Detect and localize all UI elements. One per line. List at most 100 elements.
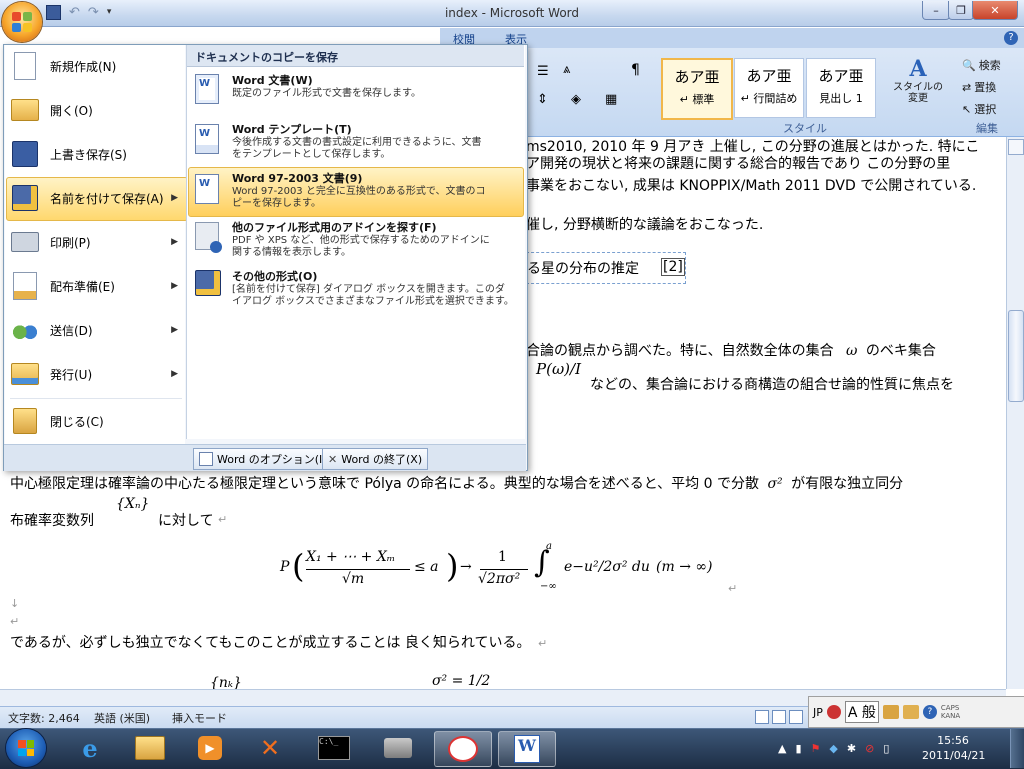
save-option-find-addins[interactable]: 他のファイル形式用のアドインを探す(F) PDF や XPS など、他の形式で保… <box>192 219 520 259</box>
submenu-arrow-icon: ▶ <box>171 237 178 247</box>
ime-icon[interactable] <box>826 705 841 719</box>
menu-item-send[interactable]: 送信(D) ▶ <box>8 309 184 351</box>
menu-item-open[interactable]: 開く(O) <box>8 89 184 131</box>
formula-int-upper: a <box>546 541 552 552</box>
redo-icon[interactable]: ↷ <box>88 5 99 20</box>
save-option-other-formats[interactable]: その他の形式(O) [名前を付けて保存] ダイアログ ボックスを開きます。このダ… <box>192 268 520 308</box>
ribbon-help-icon[interactable]: ? <box>1004 31 1018 45</box>
show-desktop-button[interactable] <box>1010 729 1024 768</box>
network-icon[interactable]: ▮ <box>795 742 801 755</box>
system-clock[interactable]: 15:56 2011/04/21 <box>922 733 985 763</box>
show-hidden-icons-icon[interactable]: ▲ <box>778 742 786 755</box>
ime-pad-icon[interactable] <box>902 705 919 719</box>
taskbar-printer-app[interactable] <box>370 731 426 765</box>
menu-item-close[interactable]: 閉じる(C) <box>8 400 184 442</box>
menu-item-print[interactable]: 印刷(P) ▶ <box>8 221 184 263</box>
doc-text: 合論の観点から調べた。特に、自然数全体の集合 <box>526 343 834 359</box>
find-label: 検索 <box>978 59 1001 72</box>
alert-flag-icon[interactable]: ⚑ <box>811 742 821 755</box>
save-disk-icon <box>10 139 40 169</box>
ime-tools-icon[interactable] <box>882 705 899 719</box>
word-options-button[interactable]: Word のオプション(I) <box>193 448 333 470</box>
web-layout-icon[interactable] <box>789 710 803 724</box>
save-option-word-doc[interactable]: Word 文書(W) 既定のファイル形式で文書を保存します。 <box>192 72 520 100</box>
sort-icon[interactable]: ☰ <box>537 64 549 79</box>
menu-item-label: 名前を付けて保存(A) <box>50 191 164 206</box>
full-screen-icon[interactable] <box>772 710 786 724</box>
style-normal[interactable]: あア亜 ↵ 標準 <box>661 58 733 120</box>
windows-logo-icon <box>18 740 34 756</box>
taskbar-internet-explorer[interactable]: e <box>62 731 118 765</box>
scrollbar-thumb[interactable] <box>1008 310 1024 402</box>
volume-muted-icon[interactable]: ⊘ <box>865 742 874 755</box>
save-option-word-97-2003[interactable]: Word 97-2003 文書(9) Word 97-2003 と完全に互換性の… <box>192 170 520 210</box>
save-option-word-template[interactable]: Word テンプレート(T) 今後作成する文書の書式設定に利用できるように、文書… <box>192 121 520 161</box>
formula-limit: (m → ∞) <box>656 559 713 575</box>
formula-frac-num: 1 <box>498 549 507 565</box>
ime-mode[interactable]: A 般 <box>844 701 879 723</box>
select-button[interactable]: ↖ 選択 <box>962 101 996 117</box>
lang-indicator[interactable]: JP <box>813 706 823 719</box>
minimize-button[interactable]: – <box>922 1 950 20</box>
line-spacing-icon[interactable]: ⇕ <box>537 92 548 107</box>
close-button[interactable]: ✕ <box>972 1 1018 20</box>
customize-qat-icon[interactable]: ▾ <box>107 7 112 20</box>
style-heading-1[interactable]: あア亜 見出し 1 <box>806 58 876 118</box>
vertical-scrollbar[interactable] <box>1006 137 1024 689</box>
menu-item-new[interactable]: 新規作成(N) <box>8 45 184 87</box>
change-styles-button[interactable]: A スタイルの 変更 <box>888 56 948 118</box>
menu-item-save-as[interactable]: 名前を付けて保存(A) ▶ <box>8 177 184 219</box>
find-button[interactable]: 🔍 検索 <box>962 57 1001 73</box>
insert-mode[interactable]: 挿入モード <box>172 710 227 726</box>
caps-kana-indicator: CAPS KANA <box>941 704 960 720</box>
save-option-desc: イアログ ボックスでさまざまなファイル形式を選択できます。 <box>232 296 514 307</box>
taskbar-explorer[interactable] <box>122 731 178 765</box>
formula-frac-den: √2πσ² <box>478 571 521 587</box>
maximize-button[interactable]: ❐ <box>948 1 974 20</box>
formula-numerator: X₁ + ⋯ + Xₘ <box>306 549 396 565</box>
start-button[interactable] <box>6 729 46 767</box>
word-count[interactable]: 文字数: 2,464 <box>8 710 80 726</box>
formula-arrow: → <box>460 559 472 575</box>
show-marks-icon[interactable]: ¶ <box>631 62 640 78</box>
taskbar-media-player[interactable]: ▶ <box>182 731 238 765</box>
taskbar-command-prompt[interactable]: C:\_ <box>306 731 362 765</box>
replace-button[interactable]: ⇄ 置換 <box>962 79 996 95</box>
paragraph-mark: ↵ <box>10 615 20 628</box>
menu-item-label: 送信(D) <box>50 323 93 338</box>
taskbar-word[interactable]: W <box>498 731 556 767</box>
editing-group-label: 編集 <box>976 122 998 135</box>
formula-int-lower: −∞ <box>540 581 557 592</box>
cursor-icon: ↖ <box>962 102 972 116</box>
menu-separator <box>10 398 182 399</box>
battery-icon[interactable]: ▯ <box>883 742 889 755</box>
text-direction-icon[interactable]: ⩓ <box>563 62 570 77</box>
quick-access-toolbar: ↶ ↷ ▾ <box>46 5 111 20</box>
options-icon <box>199 452 213 466</box>
exit-word-button[interactable]: ✕ Word の終了(X) <box>322 448 429 470</box>
taskbar-paint[interactable] <box>434 731 492 767</box>
save-option-title: Word 文書(W) <box>232 74 313 87</box>
doc-text: が有限な独立同分 <box>791 476 904 492</box>
print-layout-icon[interactable] <box>755 710 769 724</box>
undo-icon[interactable]: ↶ <box>69 5 80 20</box>
wireless-icon[interactable]: ✱ <box>847 742 856 755</box>
ruler-toggle-icon[interactable] <box>1008 139 1024 155</box>
save-copy-header: ドキュメントのコピーを保存 <box>195 51 338 64</box>
taskbar-xming[interactable]: ✕ <box>242 731 298 765</box>
ime-help-icon[interactable]: ? <box>922 705 937 719</box>
save-icon[interactable] <box>46 5 61 20</box>
clt-formula: P ( X₁ + ⋯ + Xₘ √m ≤ a ) → 1 √2πσ² ∫ a −… <box>280 541 740 595</box>
menu-item-save[interactable]: 上書き保存(S) <box>8 133 184 175</box>
menu-item-publish[interactable]: 発行(U) ▶ <box>8 353 184 395</box>
menu-item-prepare[interactable]: 配布準備(E) ▶ <box>8 265 184 307</box>
style-no-spacing[interactable]: あア亜 ↵ 行間詰め <box>734 58 804 118</box>
math-sigma: σ² <box>767 476 783 492</box>
doc-line: 合論の観点から調べた。特に、自然数全体の集合 ω のベキ集合 <box>526 340 936 360</box>
borders-icon[interactable]: ▦ <box>605 92 617 107</box>
reference-link[interactable]: [2] <box>661 258 685 276</box>
dropbox-icon[interactable]: ◆ <box>829 742 837 755</box>
office-button[interactable] <box>2 2 42 42</box>
language-status[interactable]: 英語 (米国) <box>94 710 150 726</box>
shading-icon[interactable]: ◈ <box>571 92 581 107</box>
